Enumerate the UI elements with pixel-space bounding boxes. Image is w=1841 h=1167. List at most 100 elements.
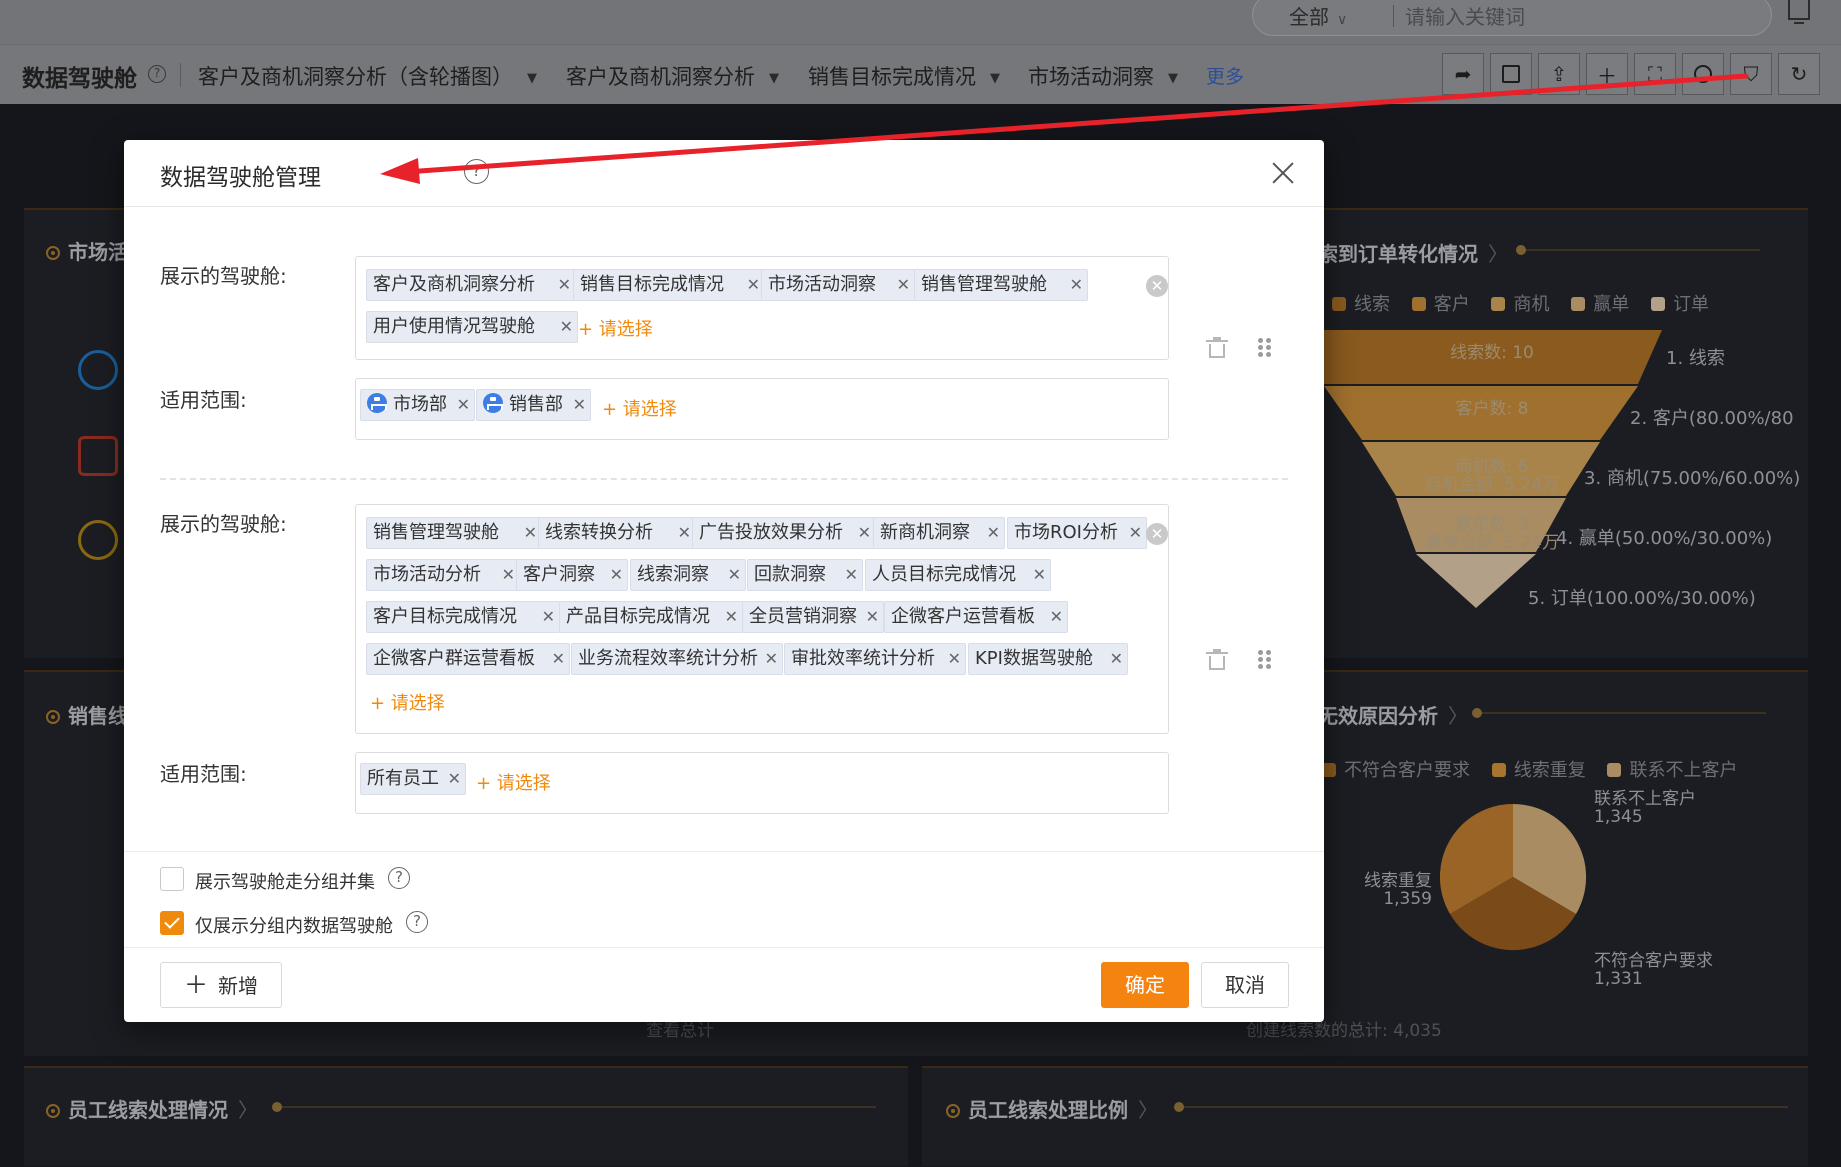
cockpit-tag: 市场ROI分析 ✕: [1007, 517, 1147, 549]
display-cockpits-label: 展示的驾驶舱:: [160, 512, 287, 536]
drag-handle-icon[interactable]: [1258, 650, 1272, 670]
remove-tag-icon[interactable]: ✕: [1110, 644, 1123, 674]
upload-icon: ⇪: [1550, 62, 1568, 86]
tab-customer-opportunity-carousel[interactable]: 客户及商机洞察分析（含轮播图） ▼: [198, 61, 537, 91]
remove-tag-icon[interactable]: ✕: [1129, 518, 1142, 548]
funnel-inner-label: 客户数: 8: [1455, 399, 1529, 419]
caret-down-icon: ▼: [769, 70, 779, 86]
remove-tag-icon[interactable]: ✕: [678, 518, 691, 548]
remove-tag-icon[interactable]: ✕: [573, 390, 586, 420]
remove-tag-icon[interactable]: ✕: [524, 518, 537, 548]
remove-tag-icon[interactable]: ✕: [728, 560, 741, 590]
remove-tag-icon[interactable]: ✕: [725, 602, 738, 632]
dialog-options: [124, 851, 1324, 852]
help-icon[interactable]: ?: [406, 911, 428, 933]
add-scope-link[interactable]: + 请选择: [602, 395, 677, 421]
help-icon[interactable]: ?: [148, 65, 166, 83]
remove-tag-icon[interactable]: ✕: [502, 560, 515, 590]
funnel-stage-label: 3. 商机(75.00%/60.00%): [1584, 468, 1801, 489]
remove-tag-icon[interactable]: ✕: [610, 560, 623, 590]
tab-market-activity[interactable]: 市场活动洞察 ▼: [1016, 61, 1202, 108]
scope-label: 适用范围:: [160, 388, 247, 412]
delete-group-icon[interactable]: [1206, 649, 1228, 670]
remove-tag-icon[interactable]: ✕: [457, 390, 470, 420]
remove-tag-icon[interactable]: ✕: [558, 270, 571, 300]
help-icon[interactable]: ?: [464, 159, 489, 184]
legend-item[interactable]: 线索: [1332, 294, 1390, 315]
cockpit-tag: 线索洞察 ✕: [630, 559, 746, 591]
legend-item[interactable]: 不符合客户要求: [1322, 760, 1470, 781]
remove-tag-icon[interactable]: ✕: [1050, 602, 1063, 632]
scope-tag: 所有员工 ✕: [360, 763, 466, 795]
funnel-stage-label: 4. 赢单(50.00%/30.00%): [1556, 528, 1773, 549]
remove-tag-icon[interactable]: ✕: [987, 518, 1000, 548]
settings-button[interactable]: [1682, 53, 1724, 95]
scope-tag: 市场部 ✕: [360, 389, 475, 421]
funnel-inner-label: 赢单数: 3: [1455, 515, 1529, 535]
cockpit-select-group-2[interactable]: 销售管理驾驶舱 ✕ 线索转换分析 ✕ 广告投放效果分析 ✕ 新商机洞察 ✕ 市场ROI分…: [355, 504, 1169, 734]
legend-item[interactable]: 联系不上客户: [1607, 760, 1737, 781]
cancel-button[interactable]: 取消: [1201, 962, 1289, 1008]
legend-item[interactable]: 客户: [1411, 294, 1470, 315]
tab-customer-opportunity[interactable]: 客户及商机洞察分析 ▼: [566, 61, 779, 91]
cockpit-manage-button[interactable]: ⛉: [1730, 53, 1772, 95]
remove-tag-icon[interactable]: ✕: [552, 644, 565, 674]
search-scope-select[interactable]: 全部 ∨: [1289, 1, 1347, 30]
remove-tag-icon[interactable]: ✕: [1033, 560, 1046, 590]
remove-tag-icon[interactable]: ✕: [747, 270, 760, 300]
remove-tag-icon[interactable]: ✕: [448, 764, 461, 794]
monitor-icon[interactable]: [1788, 0, 1810, 24]
gear-icon: [1694, 65, 1712, 83]
funnel-stage-5: [1416, 554, 1536, 608]
remove-tag-icon[interactable]: ✕: [542, 602, 555, 632]
cockpit-select-group-1[interactable]: 客户及商机洞察分析 ✕ 销售目标完成情况 ✕ 市场活动洞察 ✕ 销售管理驾驶舱 ✕ 用户…: [355, 256, 1169, 360]
legend-item[interactable]: 商机: [1491, 294, 1549, 315]
delete-group-icon[interactable]: [1206, 337, 1228, 358]
clear-icon[interactable]: ✕: [1146, 275, 1168, 297]
scope-label: 适用范围:: [160, 762, 247, 786]
share-button[interactable]: ➦: [1442, 53, 1484, 95]
drag-handle-icon[interactable]: [1258, 338, 1272, 358]
deco-line: [272, 1102, 876, 1112]
remove-tag-icon[interactable]: ✕: [948, 644, 961, 674]
add-group-button[interactable]: ＋新增: [160, 962, 282, 1008]
refresh-button[interactable]: ↻: [1778, 53, 1820, 95]
remove-tag-icon[interactable]: ✕: [845, 560, 858, 590]
remove-tag-icon[interactable]: ✕: [765, 644, 778, 674]
export-button[interactable]: ⇪: [1538, 53, 1580, 95]
money-bag-icon: [78, 350, 118, 390]
cockpit-tag: 企微客户运营看板 ✕: [884, 601, 1068, 633]
caret-down-icon: ▼: [1168, 70, 1178, 86]
fullscreen-button[interactable]: ⛶: [1634, 53, 1676, 95]
remove-tag-icon[interactable]: ✕: [858, 518, 871, 548]
cockpit-tag: 广告投放效果分析 ✕: [692, 517, 876, 549]
more-link[interactable]: 更多: [1206, 62, 1244, 89]
remove-tag-icon[interactable]: ✕: [560, 312, 573, 342]
add-cockpit-link[interactable]: + 请选择: [578, 315, 653, 341]
confirm-button[interactable]: 确定: [1101, 962, 1189, 1008]
close-icon[interactable]: [1268, 158, 1298, 188]
cockpit-tag: 新商机洞察 ✕: [873, 517, 1005, 549]
add-scope-link[interactable]: + 请选择: [476, 769, 551, 795]
bookmark-button[interactable]: [1490, 53, 1532, 95]
add-button[interactable]: ＋: [1586, 53, 1628, 95]
global-search[interactable]: 全部 ∨ 请输入关键词: [1252, 0, 1772, 36]
funnel-inner-label: 线索数: 10: [1450, 343, 1534, 363]
remove-tag-icon[interactable]: ✕: [897, 270, 910, 300]
help-icon[interactable]: ?: [388, 867, 410, 889]
remove-tag-icon[interactable]: ✕: [866, 602, 879, 632]
union-groups-checkbox[interactable]: [160, 867, 184, 891]
search-input[interactable]: 请输入关键词: [1393, 1, 1525, 30]
cockpit-tag: 销售管理驾驶舱 ✕: [366, 517, 542, 549]
scope-select-group-2[interactable]: 所有员工 ✕ + 请选择: [355, 752, 1169, 814]
tab-sales-target[interactable]: 销售目标完成情况 ▼: [808, 61, 1000, 91]
legend-item[interactable]: 订单: [1650, 294, 1709, 315]
legend-item[interactable]: 线索重复: [1491, 760, 1586, 781]
remove-tag-icon[interactable]: ✕: [1070, 270, 1083, 300]
clear-icon[interactable]: ✕: [1146, 523, 1168, 545]
scope-select-group-1[interactable]: 市场部 ✕ 销售部 ✕ + 请选择: [355, 378, 1169, 440]
group-only-checkbox[interactable]: [160, 911, 184, 935]
add-cockpit-link[interactable]: + 请选择: [370, 689, 445, 715]
pie-label: 联系不上客户 1,345: [1594, 789, 1696, 827]
legend-item[interactable]: 赢单: [1571, 294, 1629, 315]
